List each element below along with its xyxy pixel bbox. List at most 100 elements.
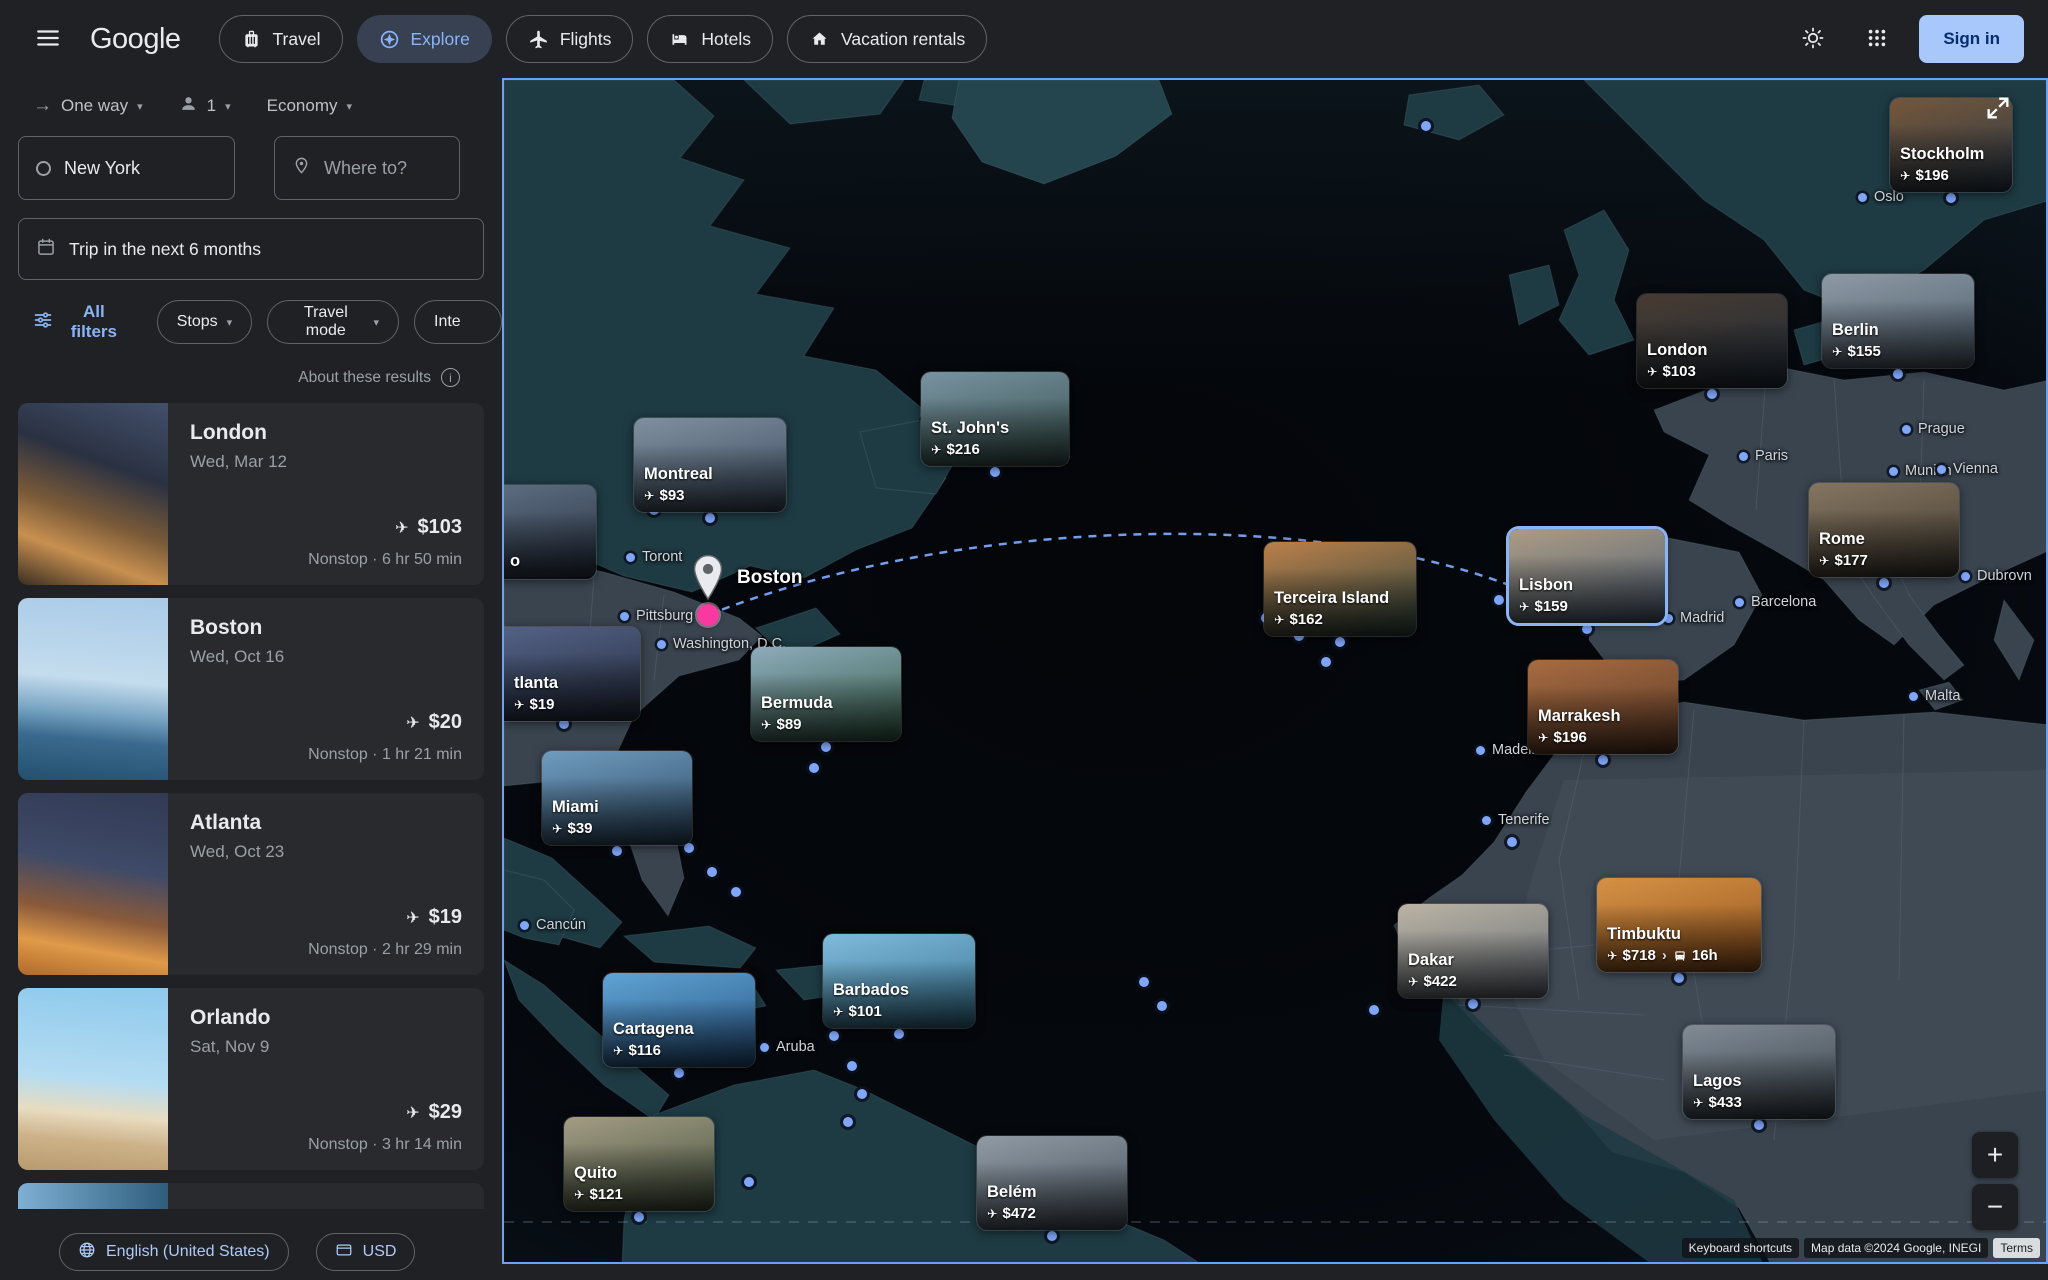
result-card-orlando[interactable]: Orlando Sat, Nov 9 ✈ $29 Nonstop · 3 hr 1… xyxy=(18,988,484,1170)
card-overlay: Dakar ✈ $422 xyxy=(1398,904,1548,998)
zoom-in-button[interactable]: + xyxy=(1972,1132,2018,1178)
language-button[interactable]: English (United States) xyxy=(59,1233,289,1271)
destination-name: Terceira Island xyxy=(1274,589,1390,608)
map-price-card[interactable]: Cartagena ✈ $116 xyxy=(602,972,756,1068)
result-card-atlanta[interactable]: Atlanta Wed, Oct 23 ✈ $19 Nonstop · 2 hr … xyxy=(18,793,484,975)
map-price-card[interactable]: St. John's ✈ $216 xyxy=(920,371,1070,467)
airport-dot[interactable] xyxy=(1494,595,1504,605)
nav-hotels[interactable]: Hotels xyxy=(647,15,773,63)
date-range-value: Trip in the next 6 months xyxy=(69,238,261,259)
city-dot-icon xyxy=(760,1042,769,1052)
airport-dot[interactable] xyxy=(990,467,1000,477)
airport-dot[interactable] xyxy=(1157,1001,1167,1011)
trip-type-select[interactable]: → One way ▾ xyxy=(33,95,143,117)
flight-icon: ✈ xyxy=(514,698,525,712)
airport-dot[interactable] xyxy=(1047,1231,1057,1241)
destination-input[interactable]: Where to? xyxy=(274,136,460,200)
theme-toggle-button[interactable] xyxy=(1791,17,1835,61)
map-price-card[interactable]: Berlin ✈ $155 xyxy=(1821,273,1975,369)
airport-dot[interactable] xyxy=(894,1029,904,1039)
airport-dot[interactable] xyxy=(1507,837,1517,847)
airport-dot[interactable] xyxy=(821,742,831,752)
interests-filter-pill[interactable]: Inte xyxy=(414,300,502,344)
airport-dot[interactable] xyxy=(1335,637,1345,647)
date-range-button[interactable]: Trip in the next 6 months xyxy=(18,218,484,280)
airport-dot[interactable] xyxy=(857,1089,867,1099)
map-price-card[interactable]: Lagos ✈ $433 xyxy=(1682,1024,1836,1120)
all-filters-button[interactable]: All filters xyxy=(33,302,125,342)
info-icon[interactable]: i xyxy=(441,368,460,387)
fullscreen-toggle-button[interactable] xyxy=(1984,94,2012,125)
terms-link[interactable]: Terms xyxy=(1993,1238,2040,1258)
destination-price: ✈ $472 xyxy=(987,1205,1036,1222)
passengers-select[interactable]: 1 ▾ xyxy=(179,94,231,118)
map-price-card[interactable]: Rome ✈ $177 xyxy=(1808,482,1960,578)
map-price-card[interactable]: o xyxy=(504,484,597,580)
cabin-class-select[interactable]: Economy ▾ xyxy=(267,96,352,116)
result-card-partial[interactable] xyxy=(18,1183,484,1209)
airport-dot[interactable] xyxy=(1421,121,1431,131)
city-dot-icon xyxy=(1739,451,1748,461)
airport-dot[interactable] xyxy=(847,1061,857,1071)
map-price-card[interactable]: tlanta ✈ $19 xyxy=(504,626,641,722)
city-dot-icon xyxy=(1858,192,1867,202)
airport-dot[interactable] xyxy=(1139,977,1149,987)
zoom-out-button[interactable]: − xyxy=(1972,1184,2018,1230)
nav-flights[interactable]: Flights xyxy=(505,15,634,63)
airport-dot[interactable] xyxy=(1754,1120,1764,1130)
explore-map[interactable]: Oslo Prague Paris Munich Vienna Madrid Barcelo… xyxy=(502,78,2048,1264)
map-price-card[interactable]: Marrakesh ✈ $196 xyxy=(1527,659,1679,755)
flight-icon: ✈ xyxy=(552,822,563,836)
map-price-card[interactable]: Quito ✈ $121 xyxy=(563,1116,715,1212)
airport-dot[interactable] xyxy=(1707,389,1717,399)
map-price-card[interactable]: Montreal ✈ $93 xyxy=(633,417,787,513)
nav-explore-label: Explore xyxy=(410,28,470,49)
map-price-card[interactable]: Barbados ✈ $101 xyxy=(822,933,976,1029)
currency-button[interactable]: USD xyxy=(315,1233,416,1271)
google-apps-button[interactable] xyxy=(1855,17,1899,61)
airport-dot[interactable] xyxy=(1893,369,1903,379)
airport-dot[interactable] xyxy=(674,1068,684,1078)
airport-dot[interactable] xyxy=(1946,193,1956,203)
map-city-label: Toront xyxy=(626,549,682,565)
airport-dot[interactable] xyxy=(1468,999,1478,1009)
airport-dot[interactable] xyxy=(1582,624,1592,634)
travel-mode-filter-pill[interactable]: Travel mode ▾ xyxy=(267,300,399,344)
airport-dot[interactable] xyxy=(612,846,622,856)
airport-dot[interactable] xyxy=(1369,1005,1379,1015)
result-card-london[interactable]: London Wed, Mar 12 ✈ $103 Nonstop · 6 hr … xyxy=(18,403,484,585)
map-price-card[interactable]: Belém ✈ $472 xyxy=(976,1135,1128,1231)
airport-dot[interactable] xyxy=(1879,578,1889,588)
map-price-card[interactable]: Timbuktu ✈ $718 › 16h xyxy=(1596,877,1762,973)
sign-in-button[interactable]: Sign in xyxy=(1919,15,2024,63)
destination-price: ✈ $116 xyxy=(613,1042,662,1059)
stops-filter-pill[interactable]: Stops ▾ xyxy=(156,300,253,344)
airport-dot[interactable] xyxy=(829,1031,839,1041)
map-price-card[interactable]: Bermuda ✈ $89 xyxy=(750,646,902,742)
airport-dot[interactable] xyxy=(809,763,819,773)
result-card-boston[interactable]: Boston Wed, Oct 16 ✈ $20 Nonstop · 1 hr 2… xyxy=(18,598,484,780)
airport-dot[interactable] xyxy=(634,1212,644,1222)
nav-travel[interactable]: Travel xyxy=(218,15,343,63)
map-price-card[interactable]: London ✈ $103 xyxy=(1636,293,1788,389)
nav-vacation-rentals[interactable]: Vacation rentals xyxy=(787,15,988,63)
map-price-card[interactable]: Terceira Island ✈ $162 xyxy=(1263,541,1417,637)
map-price-card[interactable]: Miami ✈ $39 xyxy=(541,750,693,846)
keyboard-shortcuts-link[interactable]: Keyboard shortcuts xyxy=(1681,1238,1800,1258)
airport-dot[interactable] xyxy=(744,1177,754,1187)
airport-dot[interactable] xyxy=(707,867,717,877)
airport-dot[interactable] xyxy=(1321,657,1331,667)
hamburger-menu-button[interactable] xyxy=(24,15,72,63)
airport-dot[interactable] xyxy=(1674,973,1684,983)
airport-dot[interactable] xyxy=(843,1117,853,1127)
nav-explore[interactable]: Explore xyxy=(356,15,492,63)
origin-input[interactable]: New York xyxy=(18,136,235,200)
origin-pin-icon xyxy=(690,554,726,607)
map-price-card[interactable]: Dakar ✈ $422 xyxy=(1397,903,1549,999)
airport-dot[interactable] xyxy=(705,513,715,523)
apps-grid-icon xyxy=(1866,27,1888,52)
airport-dot[interactable] xyxy=(731,887,741,897)
airport-dot[interactable] xyxy=(1598,755,1608,765)
google-logo[interactable]: Google xyxy=(90,23,181,56)
map-price-card[interactable]: Lisbon ✈ $159 xyxy=(1506,526,1668,626)
